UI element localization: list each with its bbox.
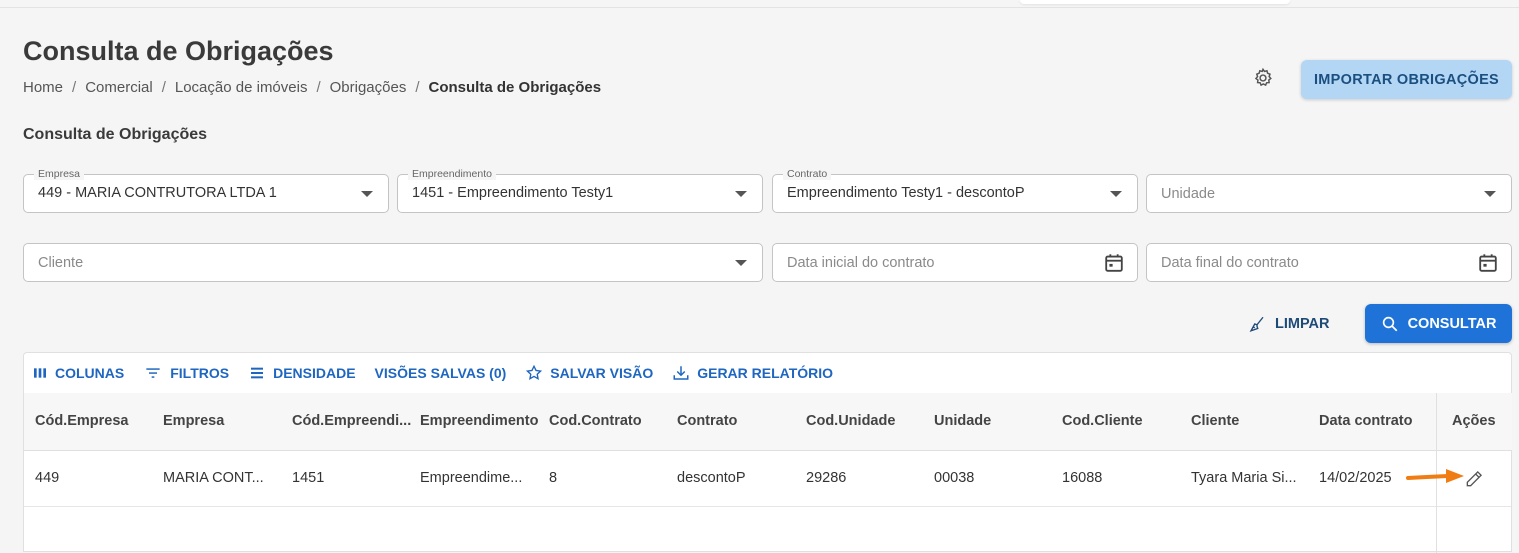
empreendimento-label: Empreendimento — [408, 168, 496, 180]
contrato-label: Contrato — [783, 168, 832, 180]
breadcrumb-locacao[interactable]: Locação de imóveis — [175, 79, 308, 96]
data-final-field[interactable]: Data final do contrato — [1146, 243, 1512, 282]
cell-cliente: Tyara Maria Si... — [1191, 470, 1297, 486]
empresa-label: Empresa — [34, 168, 85, 180]
breadcrumb-current: Consulta de Obrigações — [428, 79, 602, 96]
empresa-value: 449 - MARIA CONTRUTORA LTDA 1 — [38, 185, 277, 201]
filter-icon — [146, 368, 160, 378]
column-header[interactable]: Cod.Cliente — [1062, 413, 1184, 429]
broom-icon — [1249, 316, 1264, 332]
data-final-placeholder: Data final do contrato — [1161, 255, 1299, 271]
empreendimento-value: 1451 - Empreendimento Testy1 — [412, 185, 614, 201]
columns-button[interactable]: COLUNAS — [32, 365, 124, 381]
chevron-down-icon[interactable] — [735, 191, 747, 197]
table-row[interactable]: 449 MARIA CONT... 1451 Empreendime... 8 … — [24, 451, 1511, 507]
results-grid: COLUNAS FILTROS DENSIDADE VISÕES SALVAS … — [23, 352, 1512, 553]
section-title: Consulta de Obrigações — [23, 126, 208, 143]
chevron-down-icon[interactable] — [735, 260, 747, 266]
filters-button[interactable]: FILTROS — [143, 365, 229, 381]
breadcrumb: Home / Comercial / Locação de imóveis / Obr… — [23, 79, 602, 96]
chevron-down-icon[interactable] — [1484, 191, 1496, 197]
cell-cod-contrato: 8 — [549, 470, 558, 486]
data-inicial-field[interactable]: Data inicial do contrato — [772, 243, 1138, 282]
column-header[interactable]: Cod.Contrato — [549, 413, 671, 429]
saved-views-button[interactable]: VISÕES SALVAS (0) — [375, 365, 507, 381]
empresa-select[interactable]: Empresa 449 - MARIA CONTRUTORA LTDA 1 — [23, 168, 389, 213]
unidade-placeholder: Unidade — [1161, 186, 1216, 202]
column-header[interactable]: Cod.Unidade — [806, 413, 928, 429]
cell-cod-empreendimento: 1451 — [292, 470, 325, 486]
column-header[interactable]: Cliente — [1191, 413, 1313, 429]
saved-views-label: VISÕES SALVAS (0) — [374, 365, 507, 381]
generate-report-button[interactable]: GERAR RELATÓRIO — [672, 364, 833, 382]
cell-empreendimento: Empreendime... — [420, 470, 523, 486]
contrato-select[interactable]: Contrato Empreendimento Testy1 - descont… — [772, 168, 1138, 213]
data-inicial-placeholder: Data inicial do contrato — [787, 255, 935, 271]
top-bar — [0, 0, 1519, 8]
empreendimento-select[interactable]: Empreendimento 1451 - Empreendimento Tes… — [397, 168, 763, 213]
column-header[interactable]: Empreendimento — [420, 413, 542, 429]
cliente-select[interactable]: Cliente — [23, 243, 763, 282]
breadcrumb-home[interactable]: Home — [23, 79, 63, 96]
save-view-label: SALVAR VISÃO — [550, 365, 654, 381]
cell-cod-cliente: 16088 — [1062, 470, 1103, 486]
column-header[interactable]: Cód.Empresa — [35, 413, 157, 429]
calendar-icon[interactable] — [1477, 252, 1499, 274]
cell-data-contrato: 14/02/2025 — [1319, 470, 1392, 486]
column-header[interactable]: Cód.Empreendi... — [292, 413, 412, 429]
filters-label: FILTROS — [170, 365, 230, 381]
edit-pencil-icon[interactable] — [1464, 469, 1484, 489]
unidade-select[interactable]: Unidade — [1146, 174, 1512, 213]
column-header[interactable]: Empresa — [163, 413, 285, 429]
search-button[interactable]: CONSULTAR — [1365, 304, 1512, 343]
cell-contrato: descontoP — [677, 470, 746, 486]
density-button[interactable]: DENSIDADE — [248, 365, 356, 381]
contrato-value: Empreendimento Testy1 - descontoP — [787, 185, 1025, 201]
search-icon — [1382, 316, 1397, 331]
column-header[interactable]: Contrato — [677, 413, 799, 429]
actions-header-label: Ações — [1452, 413, 1496, 429]
table-header: Cód.Empresa Empresa Cód.Empreendi... Emp… — [24, 393, 1511, 451]
generate-report-label: GERAR RELATÓRIO — [697, 365, 834, 381]
cliente-placeholder: Cliente — [38, 255, 84, 271]
clear-button[interactable]: LIMPAR — [1240, 305, 1340, 343]
gear-icon[interactable] — [1252, 67, 1274, 89]
cell-cod-unidade: 29286 — [806, 470, 847, 486]
chevron-down-icon[interactable] — [361, 191, 373, 197]
top-bar-tab — [1020, 0, 1290, 4]
calendar-icon[interactable] — [1103, 252, 1125, 274]
columns-label: COLUNAS — [55, 365, 125, 381]
download-icon — [673, 366, 689, 380]
annotation-arrow-icon — [1406, 469, 1464, 483]
star-icon — [526, 364, 543, 380]
density-label: DENSIDADE — [273, 365, 356, 381]
column-header[interactable]: Data contrato — [1319, 413, 1434, 429]
cell-cod-empresa: 449 — [35, 470, 60, 486]
column-header[interactable]: Unidade — [934, 413, 1056, 429]
breadcrumb-comercial[interactable]: Comercial — [85, 79, 153, 96]
cell-empresa: MARIA CONT... — [163, 470, 264, 486]
save-view-button[interactable]: SALVAR VISÃO — [525, 364, 653, 382]
breadcrumb-obrigacoes[interactable]: Obrigações — [330, 79, 407, 96]
import-obligations-button[interactable]: IMPORTAR OBRIGAÇÕES — [1301, 60, 1512, 99]
density-icon — [251, 367, 264, 379]
clear-label: LIMPAR — [1275, 316, 1330, 332]
actions-header: Ações — [1437, 393, 1512, 451]
grid-toolbar: COLUNAS FILTROS DENSIDADE VISÕES SALVAS … — [24, 353, 1511, 393]
search-label: CONSULTAR — [1407, 315, 1497, 332]
chevron-down-icon[interactable] — [1110, 191, 1122, 197]
cell-unidade: 00038 — [934, 470, 975, 486]
columns-icon — [34, 368, 46, 378]
page-title: Consulta de Obrigações — [23, 36, 334, 66]
